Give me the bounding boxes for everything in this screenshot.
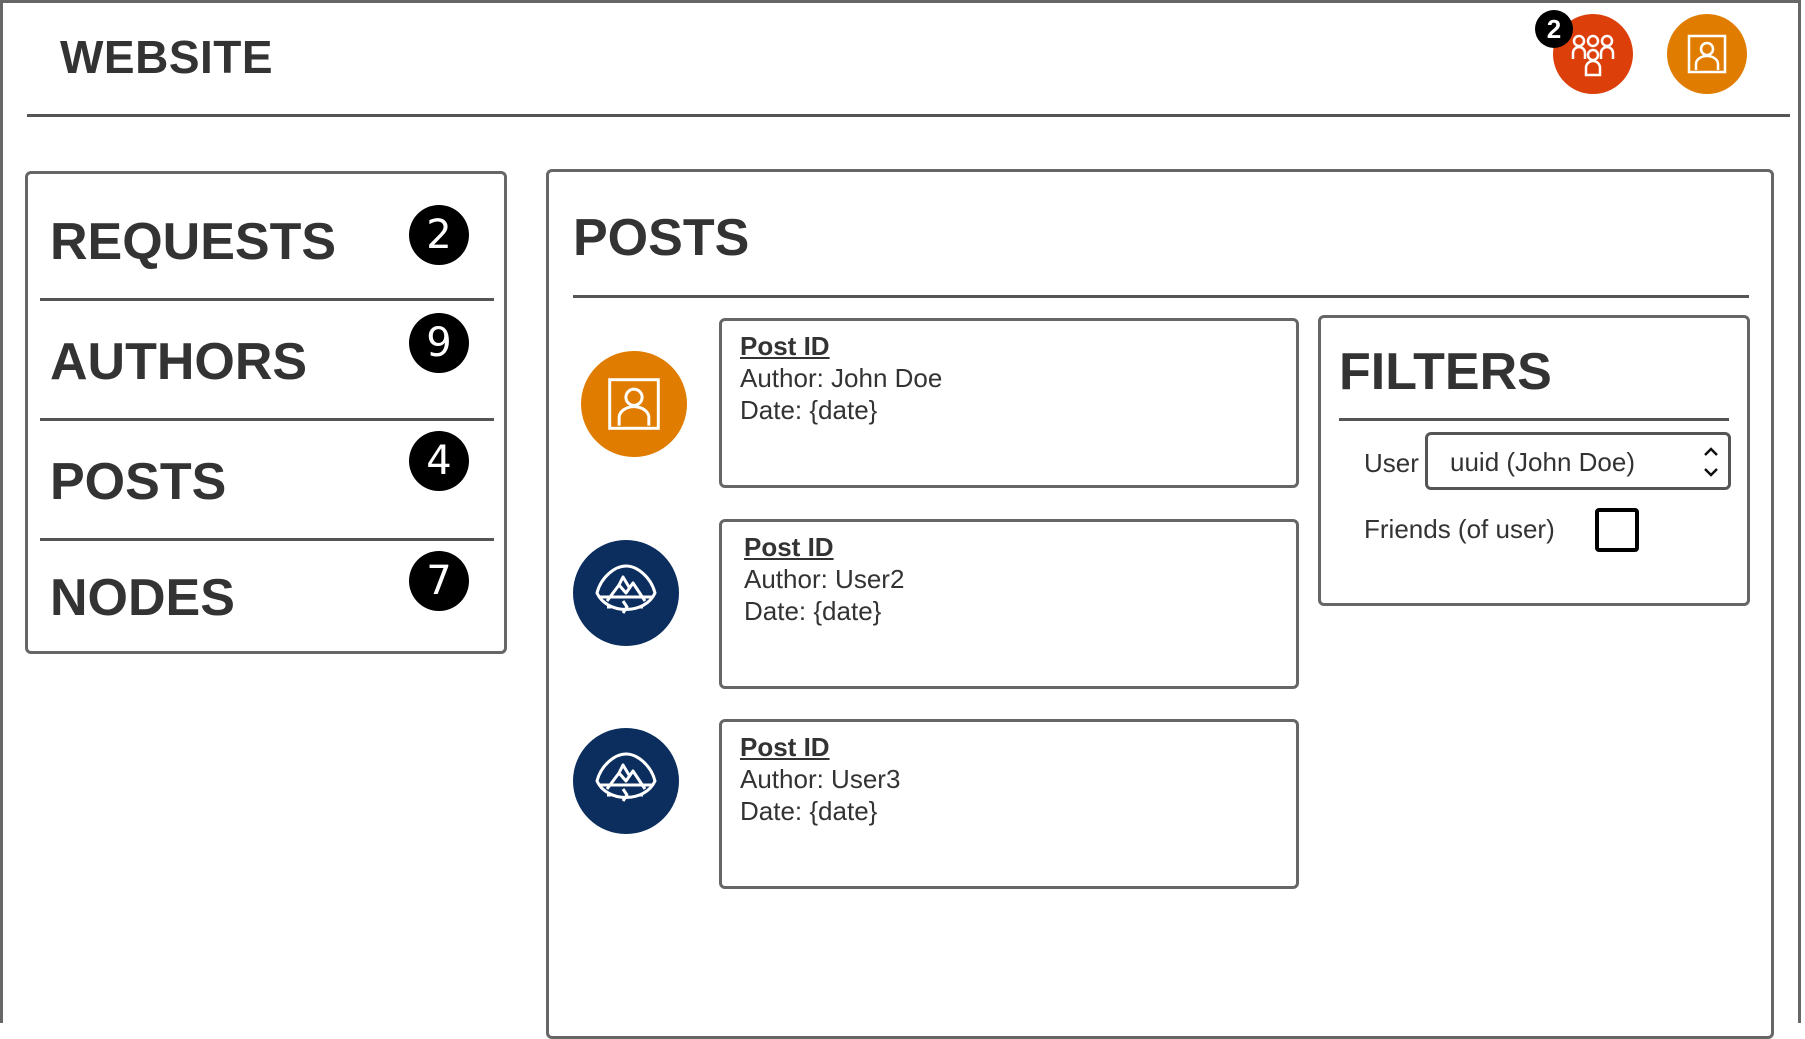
filters-divider [1339,418,1729,421]
filters-title: FILTERS [1339,343,1552,401]
requests-count-badge: 2 [409,205,469,265]
post-id-link[interactable]: Post ID [740,331,830,362]
post-date: Date: {date} [740,395,878,425]
filters-panel: FILTERS User uuid (John Doe) Friends (of… [1318,315,1750,606]
post-author: Author: User2 [744,564,905,594]
sidebar-item-label: NODES [50,569,235,627]
sidebar-divider [40,298,494,301]
posts-count-badge: 4 [409,431,469,491]
post-date: Date: {date} [740,796,878,826]
post-author: Author: John Doe [740,363,943,393]
post-card[interactable]: Post ID Author: User2 Date: {date} [719,519,1299,689]
friends-group-icon [1571,34,1615,77]
authors-count-badge: 9 [409,313,469,373]
friends-filter-label: Friends (of user) [1364,514,1555,544]
user-select-value: uuid (John Doe) [1450,447,1635,477]
friends-notification-badge: 2 [1535,10,1573,48]
mountain-shield-icon [595,564,657,614]
profile-button[interactable] [1667,14,1747,94]
friends-checkbox[interactable] [1595,508,1639,552]
post-card[interactable]: Post ID Author: John Doe Date: {date} [719,318,1299,488]
nodes-count-badge: 7 [409,551,469,611]
post-author-avatar[interactable] [581,351,687,457]
page-title: POSTS [573,209,750,267]
post-author-avatar[interactable] [573,728,679,834]
post-card[interactable]: Post ID Author: User3 Date: {date} [719,719,1299,889]
post-id-link[interactable]: Post ID [740,732,830,763]
sidebar-divider [40,538,494,541]
user-select[interactable]: uuid (John Doe) [1425,432,1731,490]
sidebar-divider [40,418,494,421]
sidebar-item-label: POSTS [50,453,227,511]
user-filter-label: User [1364,448,1419,478]
post-author-avatar[interactable] [573,540,679,646]
user-profile-icon [608,378,660,430]
post-id-link[interactable]: Post ID [744,532,834,563]
sidebar-item-label: REQUESTS [50,213,337,271]
post-author: Author: User3 [740,764,901,794]
post-date: Date: {date} [744,596,882,626]
posts-title-divider [573,295,1749,298]
sidebar: REQUESTS 2 AUTHORS 9 POSTS 4 NODES 7 [25,171,507,654]
select-updown-icon [1704,447,1718,477]
user-profile-icon [1687,34,1727,74]
mountain-shield-icon [595,752,657,802]
header-divider [27,114,1790,117]
sidebar-item-label: AUTHORS [50,333,308,391]
site-title[interactable]: WEBSITE [60,30,273,84]
